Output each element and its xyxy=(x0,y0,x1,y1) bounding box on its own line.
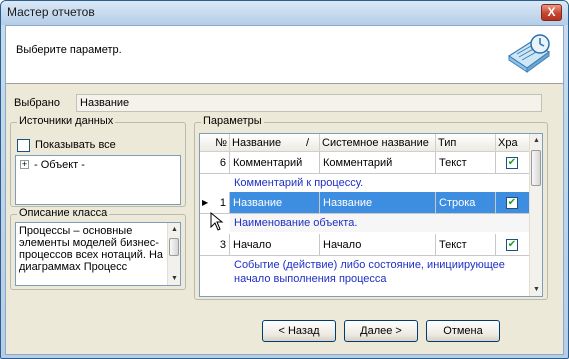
cancel-button[interactable]: Отмена xyxy=(426,320,500,342)
selected-value-field: Название xyxy=(76,94,542,112)
row-description-cont: начало выполнения процесса xyxy=(234,273,387,285)
class-description-text: Процессы – основные элементы моделей биз… xyxy=(19,225,164,273)
row-num: 3 xyxy=(200,234,230,256)
row-type: Текст xyxy=(436,152,496,174)
parameters-grid[interactable]: № Название / Системное название Тип Хра 6… xyxy=(199,133,543,297)
sort-icon: / xyxy=(306,137,310,149)
data-sources-group: Источники данных Показывать все + - Объе… xyxy=(10,115,186,207)
row-store-cell: ✔ xyxy=(496,234,530,256)
data-sources-legend: Источники данных xyxy=(17,115,116,127)
title-bar[interactable]: Мастер отчетов X xyxy=(1,1,568,25)
scroll-up-icon[interactable]: ▲ xyxy=(530,134,542,147)
scroll-down-icon[interactable]: ▼ xyxy=(168,272,180,285)
store-checkbox[interactable]: ✔ xyxy=(506,157,518,169)
col-name[interactable]: Название / xyxy=(230,134,320,152)
show-all-checkbox[interactable] xyxy=(17,139,30,152)
col-name-label: Название xyxy=(232,137,282,149)
close-icon: X xyxy=(547,5,556,19)
row-system-name: Название xyxy=(320,192,436,214)
store-checkbox[interactable]: ✔ xyxy=(506,197,518,209)
expand-icon[interactable]: + xyxy=(20,160,29,169)
row-num: 6 xyxy=(200,152,230,174)
class-description-box: Процессы – основные элементы моделей биз… xyxy=(15,222,181,286)
close-button[interactable]: X xyxy=(541,4,562,21)
grid-scrollbar[interactable]: ▲ ▼ xyxy=(529,134,542,296)
row-pointer-icon: ▶ xyxy=(202,198,209,207)
back-button[interactable]: < Назад xyxy=(262,320,336,342)
row-store-cell: ✔ xyxy=(496,192,530,214)
show-all-label: Показывать все xyxy=(35,139,116,151)
description-scrollbar[interactable]: ▲ ▼ xyxy=(167,223,180,285)
scroll-down-icon[interactable]: ▼ xyxy=(530,283,542,296)
col-store[interactable]: Хра xyxy=(496,134,530,152)
row-description: Наименование объекта. xyxy=(230,214,530,232)
scroll-thumb[interactable] xyxy=(169,238,179,256)
parameters-legend: Параметры xyxy=(201,115,264,127)
scroll-thumb[interactable] xyxy=(531,150,541,186)
row-name: Начало xyxy=(230,234,320,256)
wizard-client-area: Выберите параметр. Выбрано Название Исто… xyxy=(5,25,564,355)
wizard-instruction: Выберите параметр. xyxy=(16,44,122,56)
col-num[interactable]: № xyxy=(200,134,230,152)
grid-header: № Название / Системное название Тип Хра xyxy=(200,134,530,152)
mouse-cursor-icon xyxy=(210,212,224,231)
report-wizard-window: Мастер отчетов X Выберите параметр. Выбр… xyxy=(0,0,569,359)
class-description-group: Описание класса Процессы – основные элем… xyxy=(10,207,186,290)
class-description-legend: Описание класса xyxy=(17,207,110,219)
data-sources-tree[interactable]: + - Объект - xyxy=(15,155,181,205)
tree-item-object[interactable]: - Объект - xyxy=(34,159,85,171)
row-name: Комментарий xyxy=(230,152,320,174)
wizard-header: Выберите параметр. xyxy=(6,26,563,84)
row-type: Строка xyxy=(436,192,496,214)
row-system-name: Комментарий xyxy=(320,152,436,174)
row-num: ▶ 1 xyxy=(200,192,230,214)
row-store-cell: ✔ xyxy=(496,152,530,174)
selected-label: Выбрано xyxy=(14,97,60,109)
store-checkbox[interactable]: ✔ xyxy=(506,239,518,251)
row-system-name: Начало xyxy=(320,234,436,256)
window-title: Мастер отчетов xyxy=(7,5,95,19)
report-wizard-icon xyxy=(507,34,551,73)
row-num-value: 1 xyxy=(219,197,226,209)
col-system-name[interactable]: Системное название xyxy=(320,134,436,152)
scroll-up-icon[interactable]: ▲ xyxy=(168,223,180,236)
row-type: Текст xyxy=(436,234,496,256)
col-type[interactable]: Тип xyxy=(436,134,496,152)
row-name: Название xyxy=(230,192,320,214)
parameters-group: Параметры № Название / Системное название… xyxy=(194,115,548,300)
row-description: Комментарий к процессу. xyxy=(234,177,364,189)
next-button[interactable]: Далее > xyxy=(344,320,418,342)
